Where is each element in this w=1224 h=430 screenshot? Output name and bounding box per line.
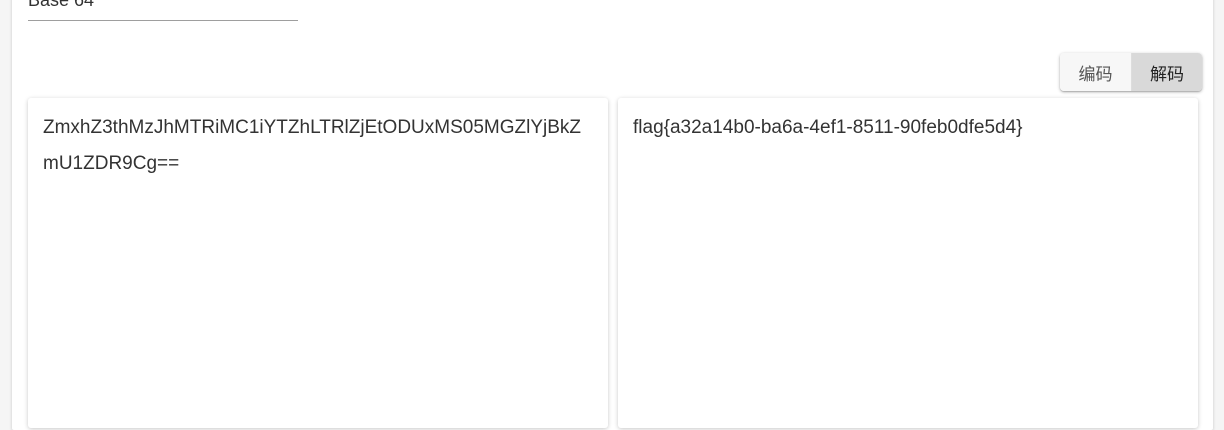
- encode-button[interactable]: 编码: [1060, 53, 1131, 91]
- output-text[interactable]: flag{a32a14b0-ba6a-4ef1-8511-90feb0dfe5d…: [633, 110, 1183, 146]
- mode-toggle-group: 编码 解码: [1060, 53, 1202, 91]
- input-text[interactable]: ZmxhZ3thMzJhMTRiMC1iYTZhLTRlZjEtODUxMS05…: [43, 110, 593, 182]
- input-panel[interactable]: ZmxhZ3thMzJhMTRiMC1iYTZhLTRlZjEtODUxMS05…: [28, 98, 608, 428]
- encoding-select-value: Base 64: [28, 0, 95, 10]
- decode-button[interactable]: 解码: [1131, 53, 1202, 91]
- encoding-select[interactable]: Base 64: [28, 0, 298, 21]
- output-panel[interactable]: flag{a32a14b0-ba6a-4ef1-8511-90feb0dfe5d…: [618, 98, 1198, 428]
